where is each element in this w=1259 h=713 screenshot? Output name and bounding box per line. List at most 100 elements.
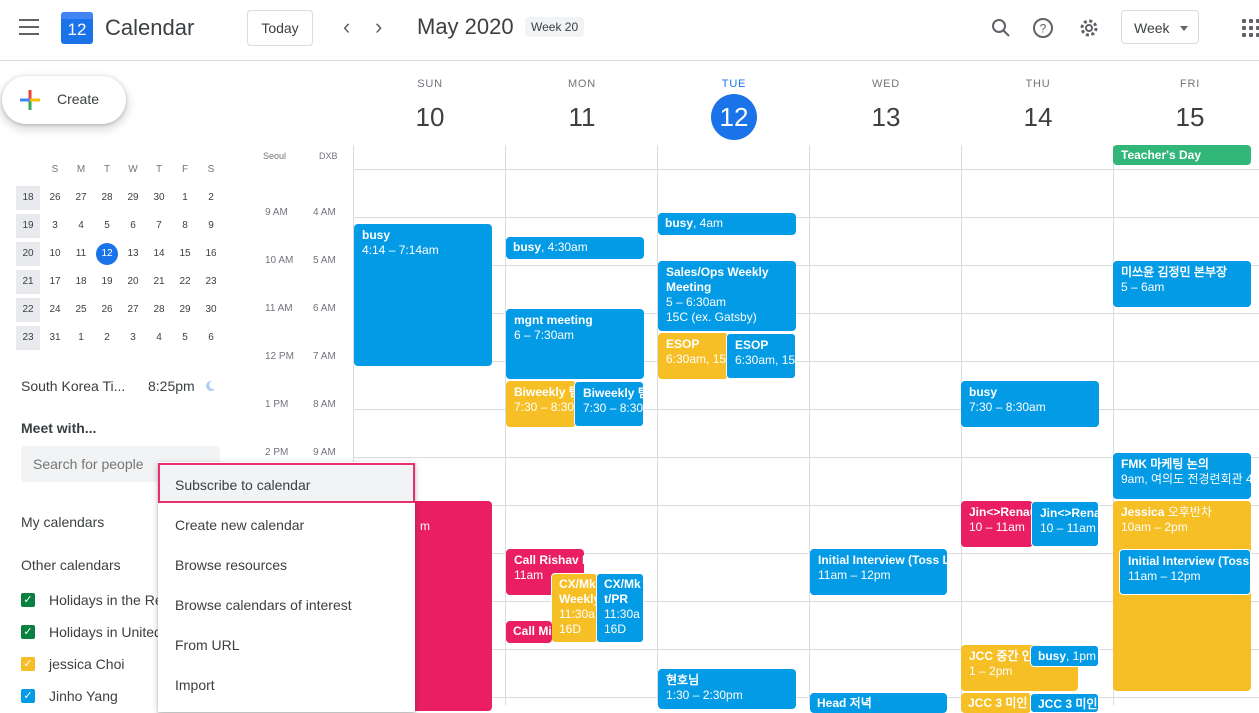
mini-week-number[interactable]: 22 — [16, 298, 40, 322]
mini-day[interactable]: 28 — [146, 298, 172, 322]
mini-day[interactable]: 11 — [68, 242, 94, 266]
mini-day[interactable]: 20 — [120, 270, 146, 294]
event-e12[interactable]: FMK 마케팅 논의 9am, 여의도 전경련회관 45 — [1113, 453, 1251, 499]
mini-week-number[interactable]: 23 — [16, 326, 40, 350]
mini-day[interactable]: 3 — [42, 214, 68, 238]
mini-week-number[interactable]: 20 — [16, 242, 40, 266]
event-e7[interactable]: Sales/Ops Weekly Meeting 5 – 6:30am 15C (ex… — [658, 261, 796, 331]
event-e15[interactable]: Jessica 오후반차 10am – 2pm — [1113, 501, 1251, 691]
mini-day[interactable]: 5 — [172, 326, 198, 350]
mini-day[interactable]: 8 — [172, 214, 198, 238]
mini-day[interactable]: 26 — [94, 298, 120, 322]
other-calendars-heading[interactable]: Other calendars — [21, 557, 121, 573]
calendar-checkbox[interactable]: ✓ — [21, 689, 35, 703]
mini-day[interactable]: 6 — [120, 214, 146, 238]
event-e3[interactable]: mgnt meeting 6 – 7:30am — [506, 309, 644, 379]
event-e25[interactable]: Head 저녁 — [810, 693, 947, 713]
menu-item-browse-resources[interactable]: Browse resources — [175, 557, 287, 573]
mini-day[interactable]: 1 — [172, 186, 198, 210]
menu-item-subscribe[interactable]: Subscribe to calendar — [175, 477, 310, 493]
today-button[interactable]: Today — [247, 10, 313, 46]
event-e6[interactable]: busy, 4am — [658, 213, 796, 235]
mini-day[interactable]: 18 — [68, 270, 94, 294]
menu-item-import[interactable]: Import — [175, 677, 215, 693]
calendar-name[interactable]: Jinho Yang — [49, 688, 118, 704]
menu-item-browse-interest[interactable]: Browse calendars of interest — [175, 597, 352, 613]
calendar-checkbox[interactable]: ✓ — [21, 593, 35, 607]
mini-day[interactable]: 12 — [96, 243, 118, 265]
calendar-checkbox[interactable]: ✓ — [21, 657, 35, 671]
event-e2[interactable]: busy, 4:30am — [506, 237, 644, 259]
mini-week-number[interactable]: 19 — [16, 214, 40, 238]
menu-item-from-url[interactable]: From URL — [175, 637, 240, 653]
mini-day[interactable]: 5 — [94, 214, 120, 238]
mini-day[interactable]: 9 — [198, 214, 224, 238]
event-e9[interactable]: ESOP 6:30am, 15( — [726, 333, 796, 379]
event-e24[interactable]: 현호님 1:30 – 2:30pm — [658, 669, 796, 709]
mini-week-number[interactable]: 18 — [16, 186, 40, 210]
day-number[interactable]: 14 — [1015, 94, 1061, 140]
mini-day[interactable]: 23 — [198, 270, 224, 294]
mini-day[interactable]: 27 — [68, 186, 94, 210]
main-menu-icon[interactable] — [19, 19, 39, 35]
event-e4[interactable]: Biweekly 팀 7:30 – 8:30 — [506, 381, 576, 427]
mini-day[interactable]: 13 — [120, 242, 146, 266]
calendar-name[interactable]: Holidays in United — [49, 624, 162, 640]
mini-day[interactable]: 26 — [42, 186, 68, 210]
event-e8[interactable]: ESOP 6:30am, 15 — [658, 333, 728, 379]
mini-day[interactable]: 31 — [42, 326, 68, 350]
event-e17[interactable]: Initial Interview (Toss L 11am – 12pm — [1119, 549, 1251, 595]
event-e14[interactable]: Jin<>Renau10 – 11am — [1031, 501, 1099, 547]
event-e21[interactable]: Call Mi — [506, 621, 552, 643]
mini-day[interactable]: 17 — [42, 270, 68, 294]
mini-day[interactable]: 16 — [198, 242, 224, 266]
mini-day[interactable]: 15 — [172, 242, 198, 266]
calendar-checkbox[interactable]: ✓ — [21, 625, 35, 639]
mini-day[interactable]: 6 — [198, 326, 224, 350]
mini-day[interactable]: 2 — [94, 326, 120, 350]
event-e23[interactable]: busy, 1pm — [1030, 645, 1099, 667]
event-e26[interactable]: JCC 3 미인 — [961, 693, 1031, 713]
day-number[interactable]: 13 — [863, 94, 909, 140]
chevron-left-icon[interactable]: ‹ — [343, 14, 350, 40]
day-number[interactable]: 12 — [711, 94, 757, 140]
mini-day[interactable]: 3 — [120, 326, 146, 350]
create-button[interactable]: Create — [2, 76, 126, 124]
mini-day[interactable]: 4 — [146, 326, 172, 350]
event-e5[interactable]: Biweekly 팀 7:30 – 8:30 — [574, 381, 644, 427]
mini-day[interactable]: 21 — [146, 270, 172, 294]
day-number[interactable]: 10 — [407, 94, 453, 140]
mini-day[interactable]: 27 — [120, 298, 146, 322]
menu-item-create-new[interactable]: Create new calendar — [175, 517, 304, 533]
mini-day[interactable]: 2 — [198, 186, 224, 210]
event-e16[interactable]: Initial Interview (Toss La 11am – 12pm — [810, 549, 947, 595]
day-number[interactable]: 11 — [559, 94, 605, 140]
mini-day[interactable]: 14 — [146, 242, 172, 266]
mini-day[interactable]: 30 — [146, 186, 172, 210]
event-e19[interactable]: CX/Mk Weekly 11:30a 16D — [551, 573, 598, 643]
mini-day[interactable]: 29 — [172, 298, 198, 322]
mini-day[interactable]: 7 — [146, 214, 172, 238]
mini-day[interactable]: 1 — [68, 326, 94, 350]
event-e27[interactable]: JCC 3 미인 — [1030, 693, 1099, 713]
calendar-name[interactable]: jessica Choi — [49, 656, 124, 672]
event-e10[interactable]: busy 7:30 – 8:30am — [961, 381, 1099, 427]
event-e11[interactable]: 미쓰윤 김정민 본부장 5 – 6am — [1113, 261, 1251, 307]
mini-day[interactable]: 10 — [42, 242, 68, 266]
mini-day[interactable]: 28 — [94, 186, 120, 210]
mini-day[interactable]: 29 — [120, 186, 146, 210]
mini-day[interactable]: 24 — [42, 298, 68, 322]
allday-event[interactable]: Teacher's Day — [1113, 145, 1251, 165]
event-e20[interactable]: CX/Mk t/PR 11:30a 16D — [596, 573, 644, 643]
mini-week-number[interactable]: 21 — [16, 270, 40, 294]
my-calendars-heading[interactable]: My calendars — [21, 514, 104, 530]
mini-day[interactable]: 30 — [198, 298, 224, 322]
mini-day[interactable]: 19 — [94, 270, 120, 294]
event-e13[interactable]: Jin<>Renau 10 – 11am — [961, 501, 1033, 547]
mini-day[interactable]: 25 — [68, 298, 94, 322]
mini-day[interactable]: 4 — [68, 214, 94, 238]
calendar-name[interactable]: Holidays in the Re — [49, 592, 163, 608]
event-e1[interactable]: busy 4:14 – 7:14am — [354, 224, 492, 366]
mini-day[interactable]: 22 — [172, 270, 198, 294]
day-number[interactable]: 15 — [1167, 94, 1213, 140]
